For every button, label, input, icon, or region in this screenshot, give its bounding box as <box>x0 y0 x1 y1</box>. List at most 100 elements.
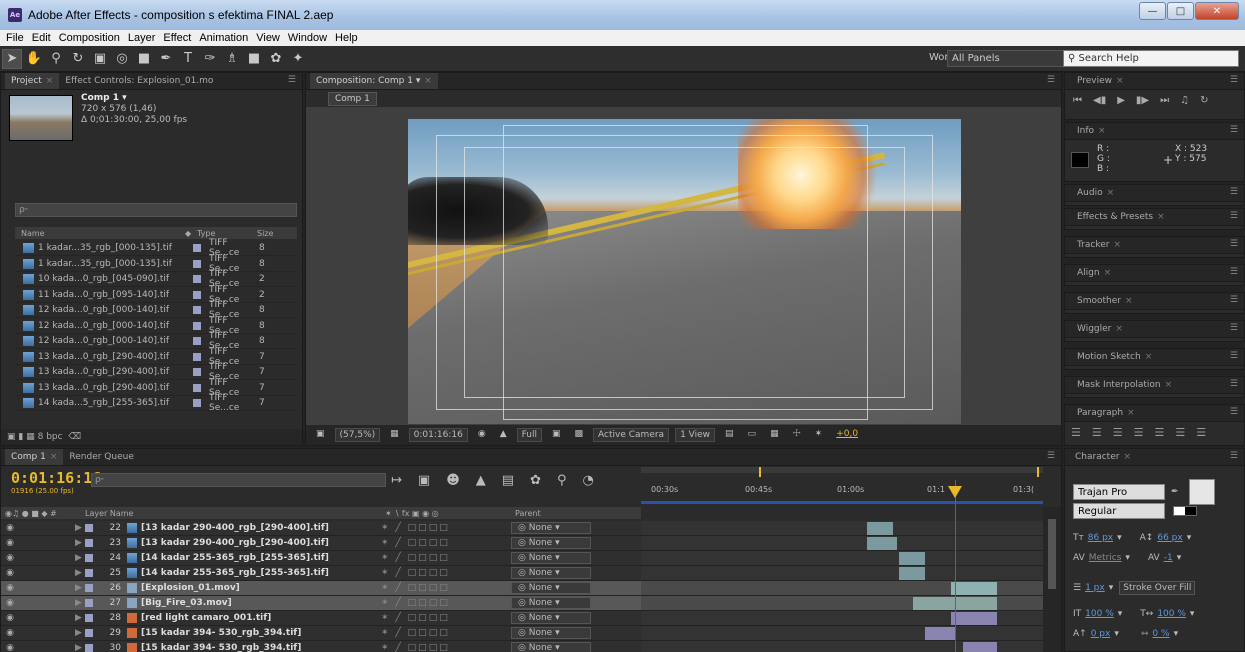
layer-row[interactable]: ◉ ▶ 26 [Explosion_01.mov] ✶ ╱ □□□□ ◎ None ▾ <box>1 581 641 596</box>
layer-track[interactable] <box>641 581 1043 596</box>
align-left-icon[interactable]: ☰ <box>1071 426 1081 439</box>
layer-duration-bar[interactable] <box>867 522 893 535</box>
tab-comp-1[interactable]: Comp 1 × <box>5 449 64 465</box>
tsume-value[interactable]: 0 % <box>1152 629 1169 639</box>
shy-icon[interactable]: ☻ <box>446 473 460 488</box>
frame-blending-icon[interactable]: ▲ <box>476 473 486 488</box>
layer-switches[interactable]: ✶ ╱ □□□□ <box>381 523 511 533</box>
eyedropper-icon[interactable]: ✒ <box>1171 487 1179 497</box>
align-right-icon[interactable]: ☰ <box>1113 426 1123 439</box>
layer-track[interactable] <box>641 551 1043 566</box>
tab-preview[interactable]: Preview × <box>1071 73 1130 89</box>
panel-menu-icon[interactable]: ☰ <box>1230 407 1238 417</box>
layer-switches[interactable]: ✶ ╱ □□□□ <box>381 538 511 548</box>
exposure-icon[interactable]: ✶ <box>811 428 827 442</box>
timeline-search-input[interactable]: ρ╴ <box>91 473 386 487</box>
current-time-display[interactable]: 0:01:16:16 <box>408 428 468 442</box>
tab-paragraph[interactable]: Paragraph × <box>1071 405 1141 421</box>
timeline-scrollbar[interactable] <box>1043 507 1061 652</box>
tab-character[interactable]: Character × <box>1069 449 1137 465</box>
label-color-swatch[interactable] <box>193 275 201 283</box>
horizontal-scale-value[interactable]: 100 % <box>1157 609 1186 619</box>
composition-viewer[interactable] <box>306 107 1061 425</box>
zoom-dropdown[interactable]: (57,5%) <box>334 428 381 442</box>
label-color-swatch[interactable] <box>85 629 93 637</box>
close-icon[interactable]: × <box>46 76 54 86</box>
flowchart-icon[interactable]: ☩ <box>789 428 805 442</box>
tab-effects-presets[interactable]: Effects & Presets × <box>1071 209 1171 225</box>
work-area-end-handle[interactable] <box>1037 467 1039 477</box>
col-parent[interactable]: Parent <box>515 509 541 518</box>
twirl-arrow-icon[interactable]: ▶ <box>75 643 85 652</box>
tab-smoother[interactable]: Smoother × <box>1071 293 1139 309</box>
loop-icon[interactable]: ↻ <box>1200 95 1208 106</box>
label-color-swatch[interactable] <box>193 383 201 392</box>
layer-duration-bar[interactable] <box>925 627 955 640</box>
layer-bounds[interactable] <box>503 125 868 420</box>
close-button[interactable]: ✕ <box>1195 2 1239 20</box>
pen-tool-icon[interactable]: ✒ <box>156 49 176 69</box>
new-comp-icon[interactable]: ▦ <box>26 432 35 442</box>
tab-motion-sketch[interactable]: Motion Sketch × <box>1071 349 1158 365</box>
col-name[interactable]: Name <box>15 229 185 238</box>
comp-mini-flowchart-icon[interactable]: ↦ <box>391 473 402 488</box>
prev-frame-icon[interactable]: ◀▮ <box>1093 95 1106 106</box>
twirl-arrow-icon[interactable]: ▶ <box>75 598 85 608</box>
tracking-value[interactable]: -1 <box>1164 553 1173 563</box>
channel-icon[interactable]: ▲ <box>496 428 511 442</box>
panel-menu-icon[interactable]: ☰ <box>1230 187 1238 197</box>
first-frame-icon[interactable]: ⏮ <box>1073 95 1082 106</box>
tab-effect-controls[interactable]: Effect Controls: Explosion_01.mo <box>59 73 219 89</box>
leading-value[interactable]: 66 px <box>1157 533 1182 543</box>
layer-duration-bar[interactable] <box>951 612 997 625</box>
close-icon[interactable]: × <box>1098 126 1106 136</box>
close-icon[interactable]: × <box>1145 352 1153 362</box>
tab-composition[interactable]: Composition: Comp 1 ▾ × <box>310 73 438 89</box>
layer-row[interactable]: ◉ ▶ 23 [13 kadar 290-400_rgb_[290-400].tif]… <box>1 536 641 551</box>
tab-align[interactable]: Align × <box>1071 265 1117 281</box>
label-color-swatch[interactable] <box>85 524 93 532</box>
eye-icon[interactable]: ◉ <box>1 598 19 608</box>
panel-menu-icon[interactable]: ☰ <box>1230 451 1238 461</box>
new-folder-icon[interactable]: ▮ <box>18 432 23 442</box>
layer-switches[interactable]: ✶ ╱ □□□□ <box>381 568 511 578</box>
twirl-arrow-icon[interactable]: ▶ <box>75 553 85 563</box>
layer-duration-bar[interactable] <box>951 582 997 595</box>
vertical-scale-value[interactable]: 100 % <box>1085 609 1114 619</box>
layer-switches[interactable]: ✶ ╱ □□□□ <box>381 583 511 593</box>
label-color-swatch[interactable] <box>85 539 93 547</box>
layer-row[interactable]: ◉ ▶ 22 [13 kadar 290-400_rgb_[290-400].tif]… <box>1 521 641 536</box>
eye-icon[interactable]: ◉ <box>1 568 19 578</box>
layer-name[interactable]: [15 kadar 394- 530_rgb_394.tif] <box>141 643 381 652</box>
parent-dropdown[interactable]: ◎ None ▾ <box>511 582 591 594</box>
label-color-swatch[interactable] <box>193 306 201 314</box>
justify-right-icon[interactable]: ☰ <box>1175 426 1185 439</box>
comp-name[interactable]: Comp 1 ▾ <box>81 93 187 104</box>
interpret-footage-icon[interactable]: ▣ <box>7 432 16 442</box>
twirl-arrow-icon[interactable]: ▶ <box>75 523 85 533</box>
twirl-arrow-icon[interactable]: ▶ <box>75 628 85 638</box>
tab-render-queue[interactable]: Render Queue <box>63 449 139 465</box>
panel-menu-icon[interactable]: ☰ <box>1230 379 1238 389</box>
graph-editor-icon[interactable]: ◔ <box>583 473 594 488</box>
tab-info[interactable]: Info × <box>1071 123 1112 139</box>
eye-icon[interactable]: ◉ <box>1 538 19 548</box>
layer-name[interactable]: [13 kadar 290-400_rgb_[290-400].tif] <box>141 523 381 533</box>
menu-layer[interactable]: Layer <box>128 32 156 44</box>
label-color-swatch[interactable] <box>193 399 201 407</box>
grid-icon[interactable]: ▦ <box>386 428 403 442</box>
layer-name[interactable]: [14 kadar 255-365_rgb_[255-365].tif] <box>141 553 381 563</box>
always-preview-icon[interactable]: ▣ <box>312 428 329 442</box>
label-color-swatch[interactable] <box>193 368 201 376</box>
draft-3d-icon[interactable]: ▣ <box>418 473 430 488</box>
layer-duration-bar[interactable] <box>899 567 925 580</box>
layer-row[interactable]: ◉ ▶ 27 [Big_Fire_03.mov] ✶ ╱ □□□□ ◎ None ▾ <box>1 596 641 611</box>
label-color-swatch[interactable] <box>193 321 201 330</box>
close-icon[interactable]: × <box>1127 408 1135 418</box>
label-color-swatch[interactable] <box>193 244 201 252</box>
exposure-value[interactable]: +0,0 <box>832 428 862 442</box>
eye-icon[interactable]: ◉ <box>1 628 19 638</box>
tab-audio[interactable]: Audio × <box>1071 185 1120 201</box>
justify-all-icon[interactable]: ☰ <box>1196 426 1206 439</box>
layer-track[interactable] <box>641 641 1043 652</box>
